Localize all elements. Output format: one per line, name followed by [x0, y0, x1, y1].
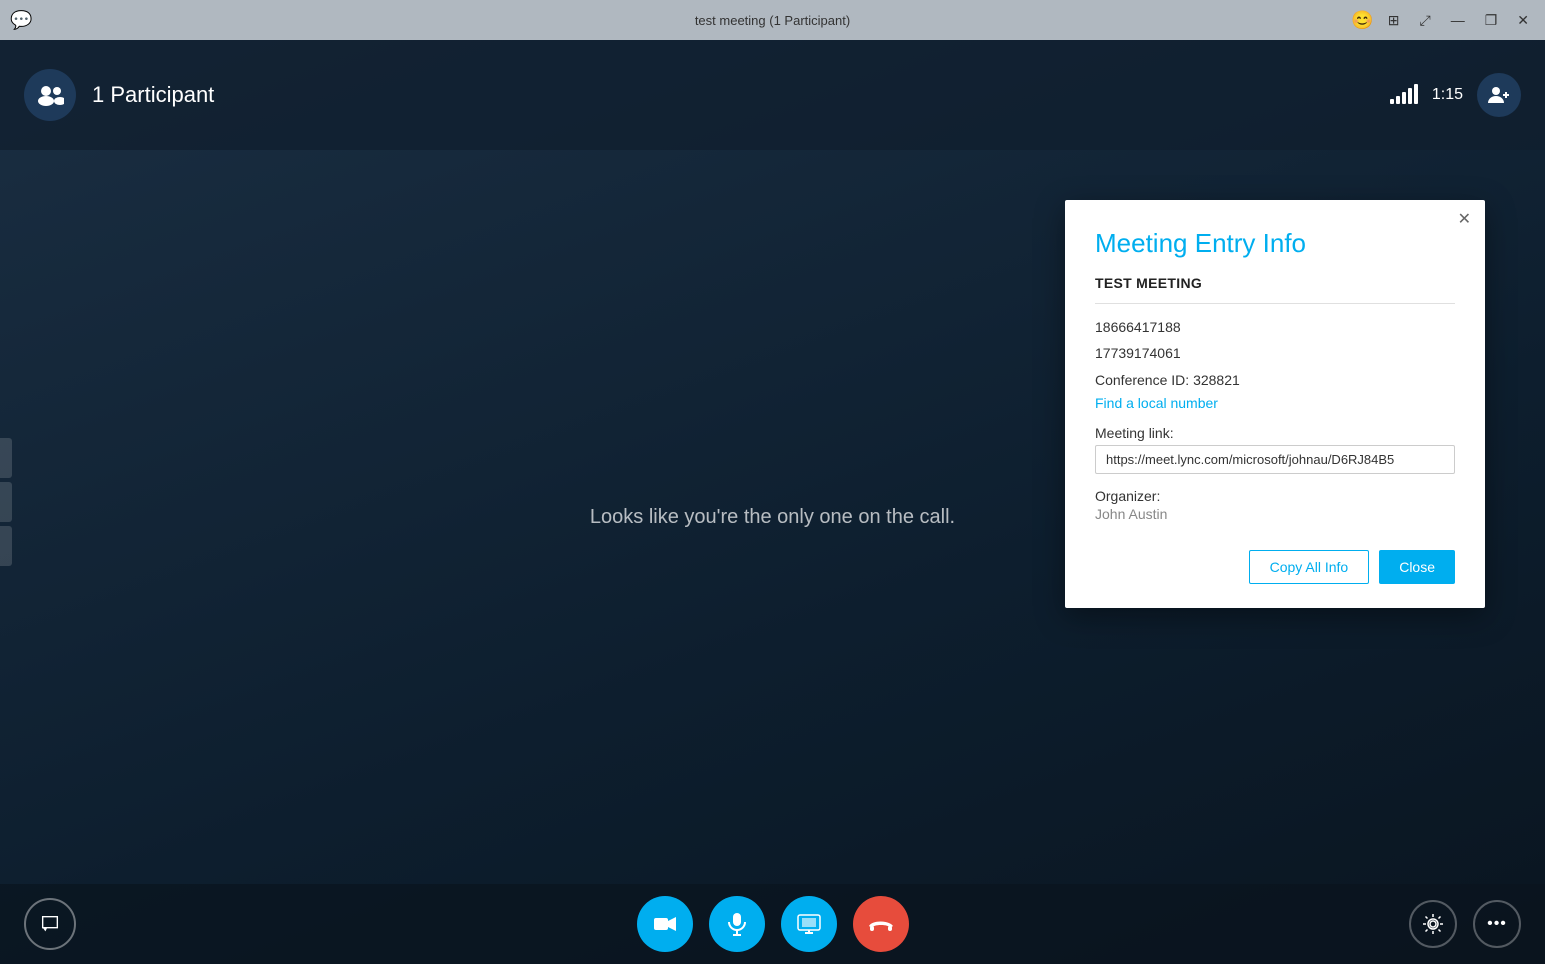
signal-bar-4	[1408, 88, 1412, 104]
participants-icon	[24, 69, 76, 121]
signal-bar-2	[1396, 96, 1400, 104]
hangup-button[interactable]	[853, 896, 909, 952]
titlebar-title: test meeting (1 Participant)	[695, 13, 850, 28]
center-content: Looks like you're the only one on the ca…	[0, 150, 1545, 884]
restore-button[interactable]: ❐	[1479, 10, 1504, 31]
header-right: 1:15	[1390, 73, 1521, 117]
titlebar-left: 💬	[10, 10, 32, 31]
dialog-close-btn[interactable]: Close	[1379, 550, 1455, 584]
bottom-right-controls: •••	[1409, 900, 1521, 948]
conference-id-label: Conference ID:	[1095, 372, 1193, 388]
screenshot-icon[interactable]: ⊞	[1382, 10, 1406, 31]
main-area: 1 Participant 1:15	[0, 40, 1545, 964]
signal-bar-3	[1402, 92, 1406, 104]
meeting-link-label: Meeting link:	[1095, 425, 1455, 441]
call-timer: 1:15	[1432, 86, 1463, 104]
organizer-label: Organizer:	[1095, 488, 1455, 504]
fullscreen-icon[interactable]: ⤢	[1414, 10, 1437, 31]
header-left: 1 Participant	[24, 69, 214, 121]
bottom-toolbar: •••	[0, 884, 1545, 964]
minimize-button[interactable]: —	[1445, 10, 1471, 30]
signal-bars	[1390, 86, 1418, 104]
signal-bar-1	[1390, 99, 1394, 104]
settings-button[interactable]	[1409, 900, 1457, 948]
bottom-left	[24, 898, 76, 950]
close-button[interactable]: ✕	[1511, 10, 1535, 31]
dialog-meeting-name: TEST MEETING	[1095, 275, 1455, 304]
skype-icon: 💬	[10, 10, 32, 31]
conference-id-line: Conference ID: 328821	[1095, 369, 1455, 391]
meeting-link-value[interactable]: https://meet.lync.com/microsoft/johnau/D…	[1095, 445, 1455, 474]
mute-button[interactable]	[709, 896, 765, 952]
screen-share-button[interactable]	[781, 896, 837, 952]
dialog-close-button[interactable]: ✕	[1458, 212, 1471, 228]
bottom-center-controls	[637, 896, 909, 952]
more-icon: •••	[1487, 915, 1507, 933]
organizer-name: John Austin	[1095, 506, 1455, 522]
dialog-title: Meeting Entry Info	[1095, 228, 1455, 259]
emoji-icon[interactable]: 😊	[1351, 10, 1373, 31]
dialog-body: Meeting Entry Info TEST MEETING 18666417…	[1065, 200, 1485, 608]
chat-button[interactable]	[24, 898, 76, 950]
phone-number-2: 17739174061	[1095, 342, 1455, 364]
video-button[interactable]	[637, 896, 693, 952]
dialog-footer: Copy All Info Close	[1095, 542, 1455, 584]
add-user-button[interactable]	[1477, 73, 1521, 117]
phone-number-1: 18666417188	[1095, 316, 1455, 338]
find-local-number-link[interactable]: Find a local number	[1095, 395, 1455, 411]
participant-count: 1 Participant	[92, 82, 214, 108]
header-bar: 1 Participant 1:15	[0, 40, 1545, 150]
copy-all-info-button[interactable]: Copy All Info	[1249, 550, 1370, 584]
titlebar-controls: 😊 ⊞ ⤢ — ❐ ✕	[1351, 10, 1535, 31]
signal-bar-5	[1414, 84, 1418, 104]
conference-id-value: 328821	[1193, 372, 1240, 388]
more-options-button[interactable]: •••	[1473, 900, 1521, 948]
empty-call-message: Looks like you're the only one on the ca…	[590, 506, 955, 529]
titlebar: 💬 test meeting (1 Participant) 😊 ⊞ ⤢ — ❐…	[0, 0, 1545, 40]
meeting-entry-dialog: ✕ Meeting Entry Info TEST MEETING 186664…	[1065, 200, 1485, 608]
